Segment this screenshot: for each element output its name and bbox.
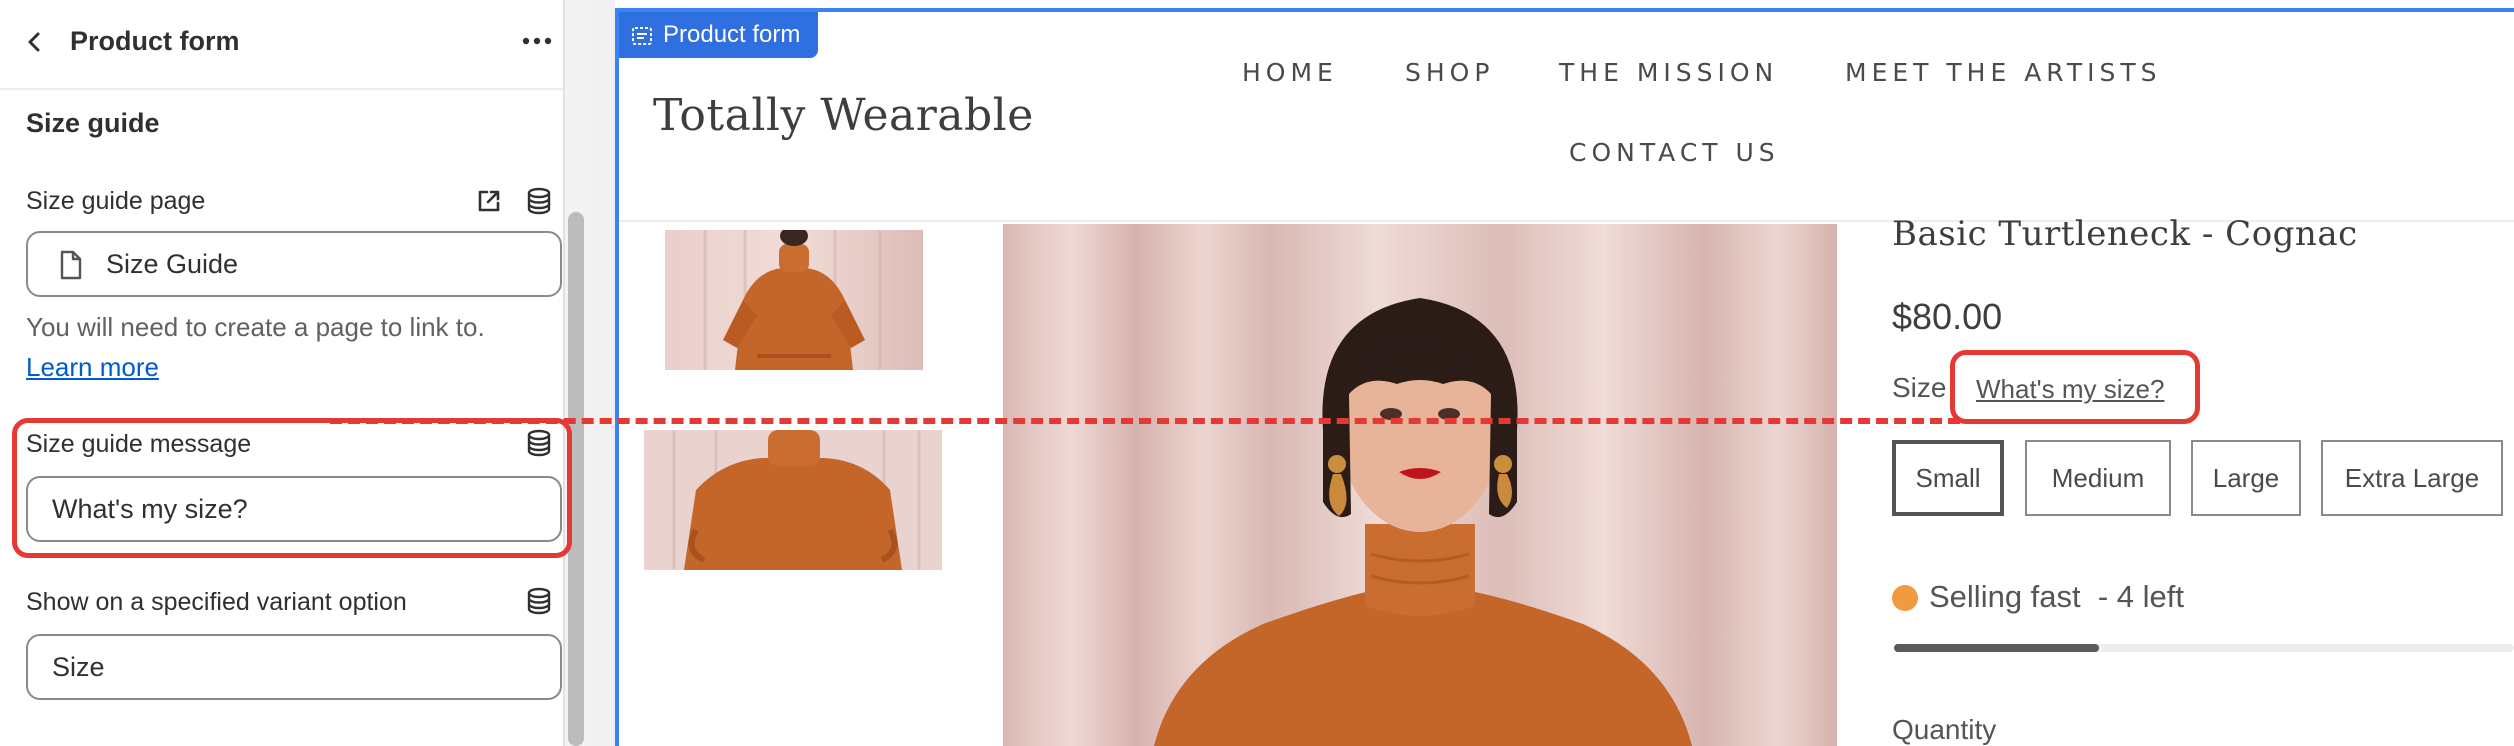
product-title: Basic Turtleneck - Cognac	[1892, 214, 2358, 254]
callout-size-guide-message	[12, 418, 572, 558]
size-option-large[interactable]: Large	[2191, 440, 2301, 516]
editor-panel: Product form Size guide Size guide page …	[0, 0, 563, 746]
learn-more-link[interactable]: Learn more	[26, 350, 159, 384]
size-guide-page-help: You will need to create a page to link t…	[26, 312, 485, 342]
dynamic-source-icon[interactable]	[524, 586, 554, 616]
product-thumbnail[interactable]	[665, 230, 923, 370]
section-tag-label: Product form	[663, 21, 801, 48]
product-main-image[interactable]	[1003, 224, 1837, 746]
size-guide-page-picker[interactable]: Size Guide	[26, 231, 562, 297]
nav-home[interactable]: HOME	[1242, 58, 1338, 87]
nav-shop[interactable]: SHOP	[1405, 58, 1494, 87]
more-options-icon[interactable]	[520, 30, 554, 52]
stock-indicator-dot	[1892, 585, 1918, 611]
nav-contact-us[interactable]: CONTACT US	[1569, 138, 1780, 167]
size-guide-page-label: Size guide page	[26, 187, 206, 215]
dynamic-source-icon[interactable]	[524, 186, 554, 216]
variant-option-input[interactable]: Size	[26, 634, 562, 700]
nav-the-mission[interactable]: THE MISSION	[1559, 58, 1778, 87]
stock-level-fill	[1894, 644, 2099, 652]
size-guide-page-value: Size Guide	[106, 249, 239, 279]
variant-option-value: Size	[52, 652, 105, 682]
size-option-medium[interactable]: Medium	[2025, 440, 2171, 516]
nav-meet-the-artists[interactable]: MEET THE ARTISTS	[1845, 58, 2162, 87]
stock-status: Selling fast - 4 left	[1929, 579, 2185, 614]
quantity-label: Quantity	[1892, 714, 1997, 745]
callout-connector	[330, 418, 1960, 424]
size-option-label: Size	[1892, 372, 1947, 403]
variant-option-label: Show on a specified variant option	[26, 588, 407, 616]
panel-header: Product form	[0, 0, 563, 90]
section-tag[interactable]: Product form	[619, 12, 819, 58]
page-icon	[58, 249, 84, 281]
stock-level-bar	[1894, 644, 2514, 652]
size-option-extra-large[interactable]: Extra Large	[2321, 440, 2503, 516]
product-price: $80.00	[1892, 296, 2003, 337]
size-option-small[interactable]: Small	[1892, 440, 2004, 516]
store-logo[interactable]: Totally Wearable	[653, 90, 1034, 141]
external-link-icon[interactable]	[474, 186, 504, 216]
callout-size-guide-link	[1950, 350, 2200, 424]
section-heading: Size guide	[26, 108, 160, 138]
chevron-left-icon[interactable]	[24, 26, 46, 58]
product-thumbnail[interactable]	[644, 430, 942, 570]
section-icon	[631, 25, 653, 45]
panel-title: Product form	[70, 26, 240, 56]
preview-gutter	[591, 0, 615, 746]
storefront-preview: Product form Totally Wearable HOME SHOP …	[615, 8, 2514, 746]
